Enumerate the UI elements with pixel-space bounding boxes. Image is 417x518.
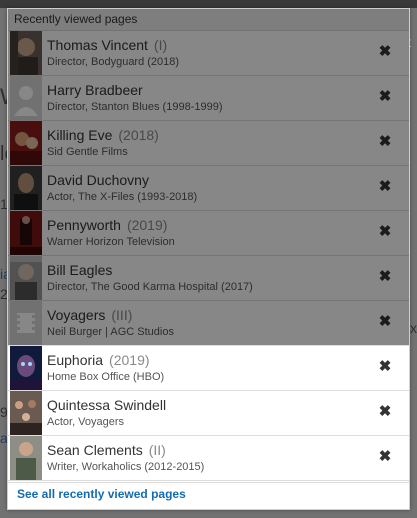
item-title[interactable]: Killing Eve <box>47 127 112 143</box>
item-title[interactable]: Pennyworth <box>47 217 121 233</box>
thumbnail <box>10 436 42 480</box>
list-item[interactable]: Thomas Vincent (I) Director, Bodyguard (2… <box>8 31 409 76</box>
thumbnail <box>10 346 42 390</box>
close-icon[interactable]: ✖ <box>377 179 393 195</box>
close-icon[interactable]: ✖ <box>377 314 393 330</box>
list-item[interactable]: Bill Eagles Director, The Good Karma Hos… <box>8 256 409 301</box>
item-meta: (2019) <box>109 352 150 368</box>
close-icon[interactable]: ✖ <box>377 449 393 465</box>
item-subtitle: Director, The Good Karma Hospital (2017) <box>47 281 253 293</box>
close-icon[interactable]: ✖ <box>377 359 393 375</box>
list-item[interactable]: Quintessa Swindell Actor, Voyagers ✖ <box>8 391 409 436</box>
item-meta: (2018) <box>118 127 159 143</box>
film-placeholder-icon <box>10 301 42 345</box>
item-title[interactable]: Bill Eagles <box>47 262 112 278</box>
item-meta: (II) <box>148 442 166 458</box>
close-icon[interactable]: ✖ <box>377 44 393 60</box>
item-title[interactable]: Harry Bradbeer <box>47 82 143 98</box>
background-text: x <box>410 320 417 336</box>
list-item[interactable]: Voyagers (III) Neil Burger | AGC Studios … <box>8 301 409 346</box>
item-subtitle: Home Box Office (HBO) <box>47 371 165 383</box>
dropdown-header: Recently viewed pages <box>8 9 409 31</box>
item-title[interactable]: Sean Clements <box>47 442 143 458</box>
thumbnail <box>10 256 42 300</box>
item-subtitle: Warner Horizon Television <box>47 236 175 248</box>
item-subtitle: Actor, The X-Files (1993-2018) <box>47 191 198 203</box>
background-topbar <box>0 0 417 8</box>
recently-viewed-list: Thomas Vincent (I) Director, Bodyguard (2… <box>8 31 409 481</box>
item-title[interactable]: Quintessa Swindell <box>47 397 166 413</box>
close-icon[interactable]: ✖ <box>377 134 393 150</box>
list-item[interactable]: Euphoria (2019) Home Box Office (HBO) ✖ <box>8 346 409 391</box>
recently-viewed-dropdown: Recently viewed pages Thomas Vincent (I) … <box>7 8 410 510</box>
list-item[interactable]: Pennyworth (2019) Warner Horizon Televisi… <box>8 211 409 256</box>
item-subtitle: Sid Gentle Films <box>47 146 128 158</box>
thumbnail <box>10 166 42 210</box>
item-meta: (I) <box>153 37 168 53</box>
see-all-link[interactable]: See all recently viewed pages <box>17 487 186 501</box>
close-icon[interactable]: ✖ <box>377 269 393 285</box>
close-icon[interactable]: ✖ <box>377 404 393 420</box>
list-item[interactable]: Harry Bradbeer Director, Stanton Blues (… <box>8 76 409 121</box>
thumbnail <box>10 211 42 255</box>
item-subtitle: Director, Bodyguard (2018) <box>47 56 180 68</box>
item-subtitle: Writer, Workaholics (2012-2015) <box>47 461 205 473</box>
item-title[interactable]: Thomas Vincent <box>47 37 148 53</box>
thumbnail <box>10 31 42 75</box>
item-subtitle: Actor, Voyagers <box>47 416 125 428</box>
thumbnail <box>10 391 42 435</box>
close-icon[interactable]: ✖ <box>377 89 393 105</box>
item-subtitle: Neil Burger | AGC Studios <box>47 326 174 338</box>
item-title[interactable]: Voyagers <box>47 307 105 323</box>
list-item[interactable]: Sean Clements (II) Writer, Workaholics (2… <box>8 436 409 481</box>
person-placeholder-icon <box>10 76 42 120</box>
list-item[interactable]: David Duchovny Actor, The X-Files (1993-… <box>8 166 409 211</box>
item-subtitle: Director, Stanton Blues (1998-1999) <box>47 101 223 113</box>
close-icon[interactable]: ✖ <box>377 224 393 240</box>
list-item[interactable]: Killing Eve (2018) Sid Gentle Films ✖ <box>8 121 409 166</box>
dropdown-footer: See all recently viewed pages <box>8 482 409 509</box>
thumbnail <box>10 121 42 165</box>
item-meta: (III) <box>111 307 133 323</box>
item-title[interactable]: David Duchovny <box>47 172 149 188</box>
item-title[interactable]: Euphoria <box>47 352 103 368</box>
item-meta: (2019) <box>126 217 168 233</box>
